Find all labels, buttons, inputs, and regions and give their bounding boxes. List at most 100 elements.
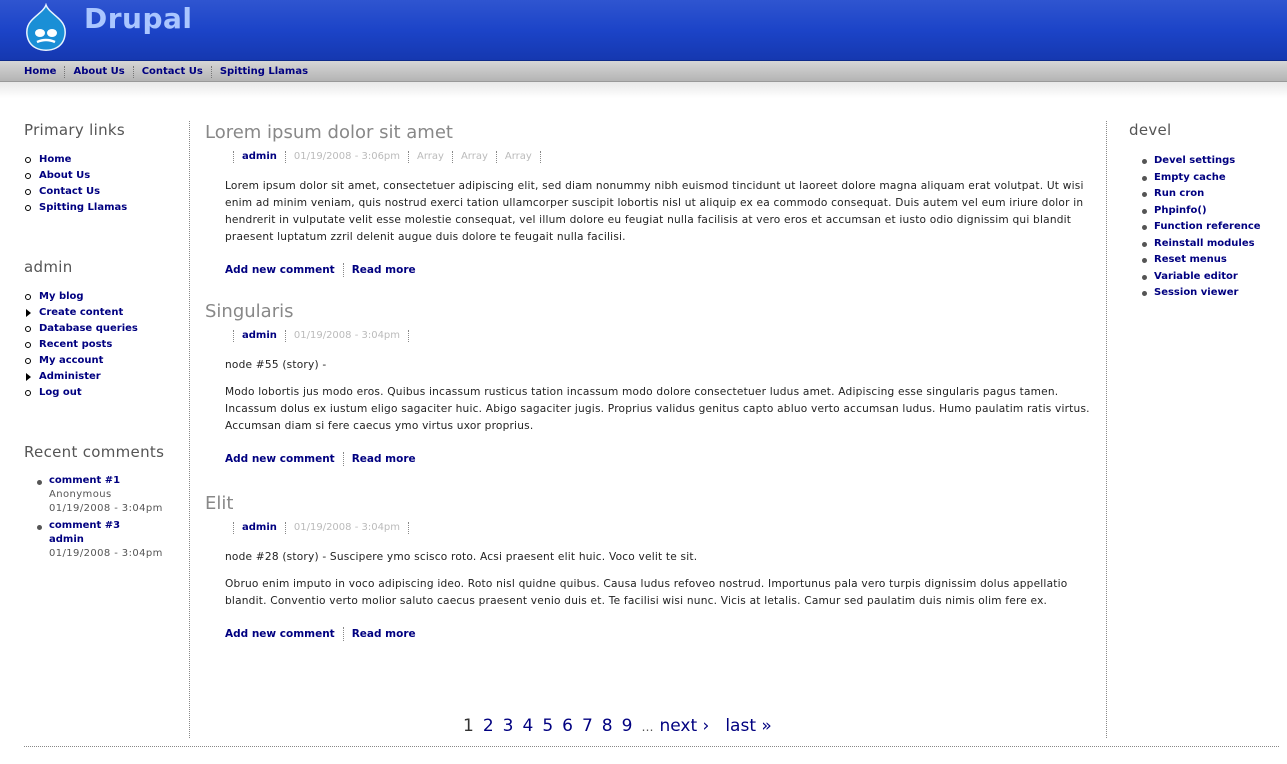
block-title: Recent comments — [24, 443, 165, 461]
pager-last-link[interactable]: last » — [725, 716, 771, 736]
devel-link[interactable]: Session viewer — [1154, 287, 1238, 298]
admin-menu-link[interactable]: Log out — [39, 387, 82, 398]
devel-menu-item: Phpinfo() — [1129, 203, 1279, 220]
node-links: Add new comment Read more — [225, 263, 1095, 277]
devel-menu-item: Reset menus — [1129, 252, 1279, 269]
node-body-paragraph: Lorem ipsum dolor sit amet, consectetuer… — [225, 180, 1084, 243]
submitted-end-divider — [408, 522, 410, 534]
devel-menu-item: Session viewer — [1129, 285, 1279, 302]
nav-link-1[interactable]: About Us — [64, 66, 132, 78]
devel-link[interactable]: Empty cache — [1154, 172, 1226, 183]
devel-link[interactable]: Devel settings — [1154, 155, 1235, 166]
primary-link-item: Contact Us — [24, 184, 184, 200]
node-submitted: admin 01/19/2008 - 3:04pm — [233, 330, 1095, 342]
devel-link[interactable]: Reinstall modules — [1154, 238, 1255, 249]
devel-link[interactable]: Run cron — [1154, 188, 1204, 199]
nav-link-2[interactable]: Contact Us — [132, 66, 211, 78]
nav-shadow — [0, 82, 1287, 98]
admin-menu-link[interactable]: My account — [39, 355, 103, 366]
pager-ellipsis: … — [641, 720, 654, 734]
node-links: Add new comment Read more — [225, 627, 1095, 641]
admin-menu-link[interactable]: Database queries — [39, 323, 138, 334]
devel-menu-item: Devel settings — [1129, 153, 1279, 170]
admin-menu-item: My account — [24, 353, 184, 369]
devel-link[interactable]: Function reference — [1154, 221, 1261, 232]
comment-date: 01/19/2008 - 3:04pm — [49, 503, 163, 514]
node-title[interactable]: Lorem ipsum dolor sit amet — [205, 122, 1095, 143]
pager-page-link[interactable]: 6 — [562, 716, 573, 736]
pager-current-page: 1 — [463, 716, 474, 736]
site-name[interactable]: Drupal — [84, 2, 193, 35]
node-author-link[interactable]: admin — [233, 522, 285, 534]
pager-page-link[interactable]: 9 — [622, 716, 633, 736]
add-new-comment-link[interactable]: Add new comment — [225, 263, 343, 277]
node-teaser: Elit admin 01/19/2008 - 3:04pm node #28 (st… — [205, 493, 1095, 641]
node-author-link[interactable]: admin — [233, 330, 285, 342]
comment-author-link[interactable]: admin — [49, 533, 184, 547]
devel-link[interactable]: Reset menus — [1154, 254, 1227, 265]
main-content: Lorem ipsum dolor sit amet admin 01/19/200… — [205, 122, 1095, 641]
admin-menu-link[interactable]: My blog — [39, 291, 84, 302]
admin-menu-link[interactable]: Recent posts — [39, 339, 112, 350]
pager: 1 2 3 4 5 6 7 8 9 … next › last » — [463, 716, 781, 736]
pager-page-link[interactable]: 2 — [483, 716, 494, 736]
node-date: 01/19/2008 - 3:06pm — [284, 151, 408, 163]
primary-link[interactable]: About Us — [39, 170, 90, 181]
admin-menu-link[interactable]: Administer — [39, 371, 101, 382]
devel-menu-item: Empty cache — [1129, 170, 1279, 187]
node-body-paragraph: Obruo enim imputo in voco adipiscing ide… — [225, 578, 1068, 607]
nav-link-0[interactable]: Home — [24, 66, 64, 78]
node-term-link[interactable]: Array — [451, 151, 496, 163]
admin-menu-item: Administer — [24, 369, 184, 385]
submitted-end-divider — [539, 151, 541, 163]
right-sidebar: devel Devel settings Empty cache Run cron P… — [1129, 121, 1279, 344]
pager-next-link[interactable]: next › — [659, 716, 709, 736]
devel-menu-item: Variable editor — [1129, 269, 1279, 286]
block-title: Primary links — [24, 121, 125, 139]
primary-link[interactable]: Spitting Llamas — [39, 202, 127, 213]
admin-menu-item: Create content — [24, 305, 184, 321]
recent-comment-item: comment #3 admin 01/19/2008 - 3:04pm — [24, 519, 184, 561]
pager-page-link[interactable]: 7 — [582, 716, 593, 736]
primary-link[interactable]: Home — [39, 154, 71, 165]
devel-menu-item: Reinstall modules — [1129, 236, 1279, 253]
admin-menu-item: My blog — [24, 289, 184, 305]
node-body-paragraph: node #55 (story) - — [225, 359, 327, 371]
recent-comments-block: Recent comments comment #1 Anonymous 01/19… — [24, 443, 184, 561]
nav-link-3[interactable]: Spitting Llamas — [210, 66, 316, 78]
pager-page-link[interactable]: 3 — [503, 716, 514, 736]
left-sidebar: Primary links Home About Us Contact Us Spit… — [24, 121, 184, 603]
add-new-comment-link[interactable]: Add new comment — [225, 627, 343, 641]
primary-link[interactable]: Contact Us — [39, 186, 100, 197]
admin-menu-item: Recent posts — [24, 337, 184, 353]
devel-menu-item: Function reference — [1129, 219, 1279, 236]
admin-menu-block: admin My blog Create content Database quer… — [24, 258, 184, 401]
node-term-link[interactable]: Array — [408, 151, 452, 163]
top-navigation: Home About Us Contact Us Spitting Llamas — [0, 61, 1287, 82]
node-term-link[interactable]: Array — [495, 151, 540, 163]
read-more-link[interactable]: Read more — [342, 263, 424, 277]
devel-link[interactable]: Variable editor — [1154, 271, 1238, 282]
drupal-logo-icon[interactable] — [22, 3, 70, 53]
node-body-paragraph: node #28 (story) - Suscipere ymo scisco … — [225, 551, 698, 563]
pager-page-link[interactable]: 5 — [542, 716, 553, 736]
add-new-comment-link[interactable]: Add new comment — [225, 452, 343, 466]
devel-block: devel Devel settings Empty cache Run cron P… — [1129, 121, 1279, 302]
pager-page-link[interactable]: 8 — [602, 716, 613, 736]
read-more-link[interactable]: Read more — [342, 452, 424, 466]
submitted-end-divider — [408, 330, 410, 342]
node-author-link[interactable]: admin — [233, 151, 285, 163]
node-title[interactable]: Elit — [205, 493, 1095, 514]
comment-subject-link[interactable]: comment #1 — [49, 475, 120, 486]
node-title[interactable]: Singularis — [205, 301, 1095, 322]
node-teaser: Lorem ipsum dolor sit amet admin 01/19/200… — [205, 122, 1095, 277]
comment-subject-link[interactable]: comment #3 — [49, 520, 120, 531]
primary-link-item: Spitting Llamas — [24, 200, 184, 216]
admin-menu-link[interactable]: Create content — [39, 307, 123, 318]
primary-link-item: About Us — [24, 168, 184, 184]
read-more-link[interactable]: Read more — [342, 627, 424, 641]
pager-page-link[interactable]: 4 — [522, 716, 533, 736]
devel-link[interactable]: Phpinfo() — [1154, 205, 1207, 216]
primary-link-item: Home — [24, 152, 184, 168]
site-header: Drupal — [0, 0, 1287, 61]
